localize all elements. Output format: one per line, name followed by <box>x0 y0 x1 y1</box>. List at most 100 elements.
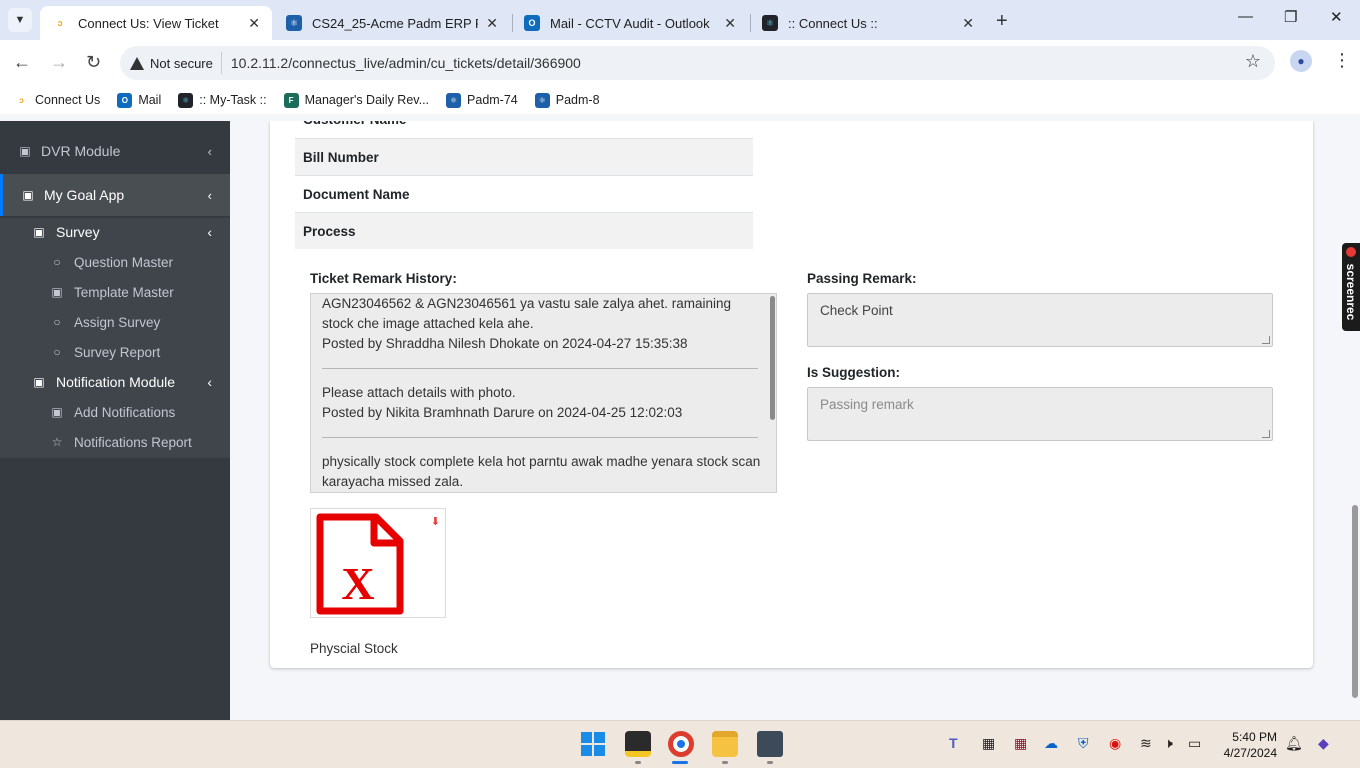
tab-title: Connect Us: View Ticket <box>78 15 219 31</box>
security-shield-icon[interactable]: ⛨ <box>1078 735 1089 752</box>
remark-divider <box>322 368 758 369</box>
bookmark-padm-74[interactable]: ⚛ Padm-74 <box>446 92 518 108</box>
excel-file-icon: X <box>316 513 404 615</box>
close-tab-icon[interactable]: ✕ <box>962 15 974 32</box>
attachment-name: Physcial Stock <box>310 641 398 656</box>
system-clock[interactable]: 5:40 PM 4/27/2024 <box>1220 729 1277 761</box>
react-favicon-icon: ⚛ <box>762 15 778 31</box>
windows-start-icon[interactable] <box>580 731 606 757</box>
restore-window-icon[interactable]: ❐ <box>1284 8 1297 26</box>
passing-remark-textarea[interactable]: Check Point <box>807 293 1273 347</box>
bookmark-my-task[interactable]: ⚛ :: My-Task :: <box>178 92 267 108</box>
scrollbar-thumb[interactable] <box>770 296 775 420</box>
bookmark-padm-8[interactable]: ⚛ Padm-8 <box>534 92 600 108</box>
sidebar-item-label: Survey <box>56 224 100 240</box>
app-tray-icon[interactable]: ▦ <box>1014 735 1027 752</box>
svg-text:X: X <box>341 558 374 609</box>
new-tab-button[interactable]: + <box>996 10 1008 33</box>
security-indicator[interactable]: Not secure <box>130 52 222 74</box>
money-icon: ▣ <box>22 188 34 202</box>
volume-muted-icon[interactable]: 🕨 <box>1164 735 1173 752</box>
close-tab-icon[interactable]: ✕ <box>248 15 260 32</box>
url-text[interactable]: 10.2.11.2/connectus_live/admin/cu_ticket… <box>231 55 581 71</box>
minimize-window-icon[interactable]: — <box>1238 8 1253 25</box>
sidebar-item-notifications-report[interactable]: ☆ Notifications Report <box>0 429 230 455</box>
chevron-left-icon: ‹ <box>207 224 212 240</box>
tab-title: :: Connect Us :: <box>788 15 878 31</box>
forward-arrow-icon[interactable]: → <box>50 52 68 73</box>
back-arrow-icon[interactable]: ← <box>13 52 31 73</box>
address-bar[interactable]: Not secure 10.2.11.2/connectus_live/admi… <box>120 46 1275 80</box>
bookmark-label: Manager's Daily Rev... <box>304 93 430 107</box>
tab-connect-us-view-ticket[interactable]: ↄ Connect Us: View Ticket ✕ <box>40 6 272 40</box>
ticket-detail-card: Customer Name Bill Number Document Name … <box>270 121 1313 668</box>
page-scrollbar-thumb[interactable] <box>1352 505 1358 698</box>
remark-history-scrollbar[interactable] <box>768 294 776 492</box>
sidebar-item-label: Assign Survey <box>74 314 161 330</box>
attachment-thumbnail[interactable]: X ⬇ <box>310 508 446 618</box>
taskbar-running-indicator <box>722 761 728 764</box>
tab-connect-us[interactable]: ⚛ :: Connect Us :: ✕ <box>750 6 986 40</box>
bookmark-mail[interactable]: O Mail <box>117 92 161 108</box>
close-tab-icon[interactable]: ✕ <box>724 15 736 32</box>
remark-text: AGN23046562 & AGN23046561 ya vastu sale … <box>322 296 732 331</box>
browser-menu-icon[interactable]: ⋮ <box>1333 50 1351 71</box>
sidebar-item-label: Question Master <box>74 254 174 270</box>
tab-search-chevron-icon[interactable]: ▼ <box>8 8 32 32</box>
remark-posted-by: Posted by Shraddha Nilesh Dhokate on 202… <box>322 336 688 351</box>
close-tab-icon[interactable]: ✕ <box>486 15 498 32</box>
copilot-icon[interactable]: ◆ <box>1318 735 1329 752</box>
sidebar-item-add-notifications[interactable]: ▣ Add Notifications <box>0 399 230 425</box>
screenrec-widget[interactable]: screenrec <box>1342 243 1360 331</box>
taskbar-running-indicator <box>635 761 641 764</box>
resize-grip-icon[interactable] <box>1262 336 1270 344</box>
app-tray-icon[interactable]: ▦ <box>982 735 995 752</box>
remark-history-box[interactable]: AGN23046562 & AGN23046561 ya vastu sale … <box>310 293 777 493</box>
sidebar-item-label: Notification Module <box>56 374 176 390</box>
bookmark-managers-daily-review[interactable]: F Manager's Daily Rev... <box>283 92 430 108</box>
forms-icon: F <box>283 92 299 108</box>
notification-bell-icon[interactable]: 🔔︎ <box>1285 735 1303 752</box>
screenrec-label: screenrec <box>1344 263 1358 321</box>
reload-icon[interactable]: ↻ <box>86 52 101 73</box>
remark-text: Please attach details with photo. <box>322 385 516 400</box>
file-explorer-icon[interactable] <box>712 731 738 757</box>
sidebar-item-question-master[interactable]: ○ Question Master <box>0 249 230 275</box>
tab-title: CS24_25-Acme Padm ERP Platfo <box>312 15 478 31</box>
sidebar-item-notification-module[interactable]: ▣ Notification Module ‹ <box>0 369 230 395</box>
chrome-icon[interactable] <box>668 731 694 757</box>
sidebar: ▣ DVR Module ‹ ▣ My Goal App ‹ ▣ Survey … <box>0 121 230 720</box>
wifi-icon[interactable]: ≋ <box>1140 735 1152 752</box>
sidebar-item-dvr-module[interactable]: ▣ DVR Module ‹ <box>0 133 230 169</box>
padm-favicon-icon: ⚛ <box>286 15 302 31</box>
teams-icon[interactable]: T <box>949 735 958 751</box>
battery-icon[interactable]: ▭ <box>1188 735 1201 752</box>
field-bill-number: Bill Number <box>295 138 753 175</box>
outlook-icon: O <box>117 92 133 108</box>
tab-padm-erp[interactable]: ⚛ CS24_25-Acme Padm ERP Platfo ✕ <box>274 6 510 40</box>
sidebar-item-template-master[interactable]: ▣ Template Master <box>0 279 230 305</box>
sidebar-item-survey[interactable]: ▣ Survey ‹ <box>0 219 230 245</box>
camera-app-icon[interactable] <box>757 731 783 757</box>
taskbar-running-indicator <box>767 761 773 764</box>
tab-outlook-mail[interactable]: O Mail - CCTV Audit - Outlook ✕ <box>512 6 748 40</box>
bookmark-star-icon[interactable]: ☆ <box>1245 51 1261 72</box>
close-window-icon[interactable]: ✕ <box>1330 8 1343 26</box>
resize-grip-icon[interactable] <box>1262 430 1270 438</box>
profile-avatar-icon[interactable]: ● <box>1290 50 1312 72</box>
sticky-notes-icon[interactable] <box>625 731 651 757</box>
money-icon: ▣ <box>51 285 63 299</box>
onedrive-icon[interactable]: ☁ <box>1044 735 1058 752</box>
ticket-details-table: Customer Name Bill Number Document Name … <box>295 121 753 249</box>
circle-icon: ○ <box>53 255 61 269</box>
remark-entry: AGN23046562 & AGN23046561 ya vastu sale … <box>311 294 776 354</box>
browser-tab-strip: ▼ ↄ Connect Us: View Ticket ✕ ⚛ CS24_25-… <box>0 0 1360 40</box>
is-suggestion-label: Is Suggestion: <box>807 365 901 380</box>
bookmark-connect-us[interactable]: ↄ Connect Us <box>14 92 100 108</box>
sidebar-item-my-goal-app[interactable]: ▣ My Goal App ‹ <box>0 174 230 216</box>
download-icon[interactable]: ⬇ <box>431 515 440 528</box>
sidebar-item-survey-report[interactable]: ○ Survey Report <box>0 339 230 365</box>
record-icon[interactable]: ◉ <box>1109 735 1121 752</box>
is-suggestion-textarea[interactable]: Passing remark <box>807 387 1273 441</box>
sidebar-item-assign-survey[interactable]: ○ Assign Survey <box>0 309 230 335</box>
